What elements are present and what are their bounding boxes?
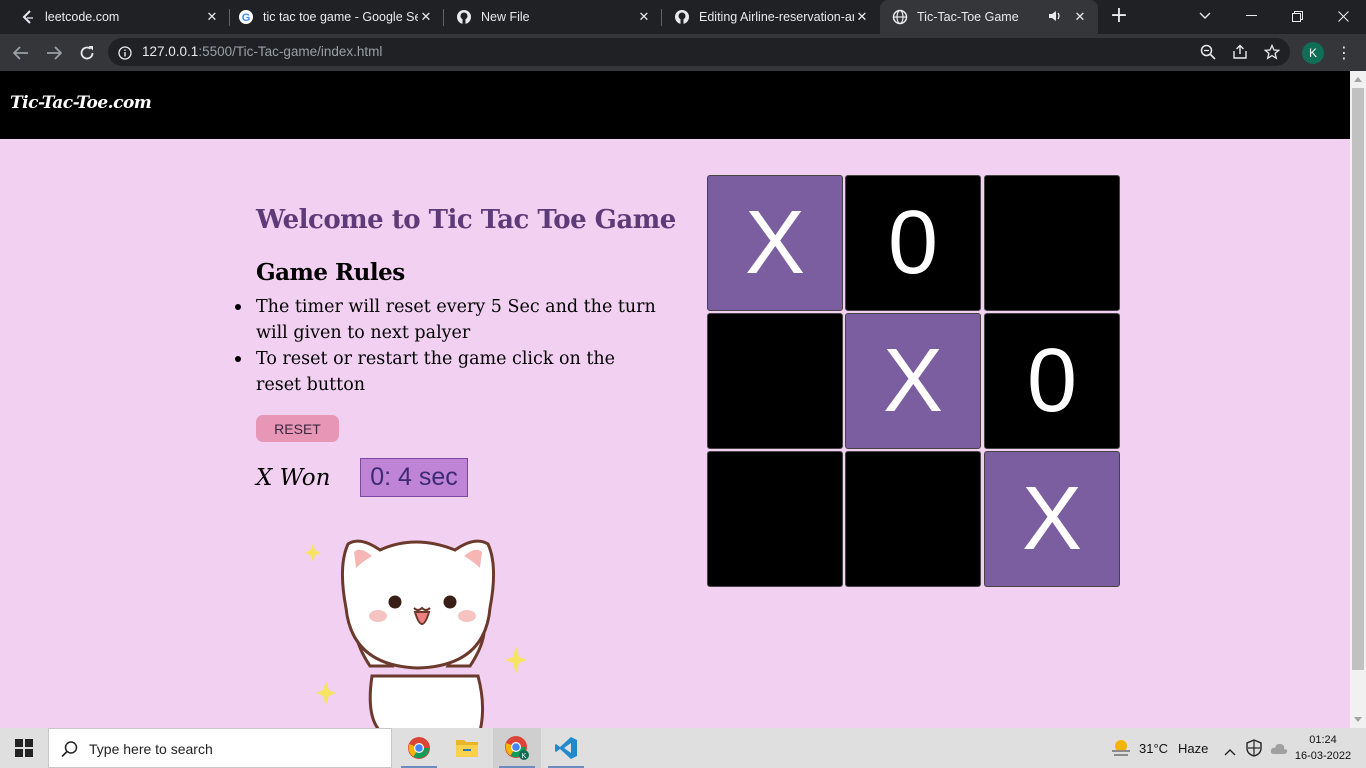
info-icon[interactable]: [118, 45, 132, 60]
browser-toolbar: 127.0.0.1:5500/Tic-Tac-game/index.html K…: [0, 34, 1366, 71]
zoom-icon[interactable]: [1200, 44, 1216, 60]
github-icon: [674, 9, 690, 25]
menu-kebab-icon[interactable]: ⋮: [1336, 42, 1352, 64]
page-viewport: Tic-Tac-Toe.com Welcome to Tic Tac Toe G…: [0, 71, 1350, 728]
profile-avatar[interactable]: K: [1302, 42, 1324, 64]
chrome-profile-icon[interactable]: K: [493, 728, 541, 768]
tab-editing-airline[interactable]: Editing Airline-reservation-ar ✕: [662, 0, 880, 34]
board-cell[interactable]: [845, 451, 981, 587]
leetcode-icon: [20, 9, 36, 25]
rule-item: To reset or restart the game click on th…: [235, 346, 661, 398]
clock-date: 16-03-2022: [1294, 750, 1352, 762]
scroll-down-icon[interactable]: [1354, 717, 1362, 722]
board-cell[interactable]: [984, 175, 1120, 311]
rules-list: The timer will reset every 5 Sec and the…: [235, 294, 661, 398]
browser-tabstrip: leetcode.com ✕ G tic tac toe game - Goog…: [0, 0, 1366, 34]
url-path: :5500/Tic-Tac-game/index.html: [198, 44, 383, 59]
scroll-thumb[interactable]: [1352, 88, 1364, 670]
windows-taskbar: Type here to search K 31°C Haze 01:24 16…: [0, 728, 1366, 768]
rule-text: To reset or restart the game click on th…: [256, 349, 616, 395]
close-icon[interactable]: ✕: [1072, 9, 1088, 25]
board-cell[interactable]: [707, 451, 843, 587]
restore-button[interactable]: [1274, 0, 1320, 32]
svg-text:K: K: [522, 753, 527, 760]
search-icon: [61, 741, 78, 758]
close-icon[interactable]: ✕: [204, 9, 220, 25]
tab-google[interactable]: G tic tac toe game - Google Se ✕: [226, 0, 444, 34]
close-window-button[interactable]: [1320, 0, 1366, 32]
close-icon[interactable]: ✕: [854, 9, 870, 25]
url-text[interactable]: 127.0.0.1:5500/Tic-Tac-game/index.html: [142, 44, 382, 59]
chrome-icon[interactable]: [395, 728, 443, 768]
rules-heading: Game Rules: [256, 259, 405, 286]
security-shield-icon[interactable]: [1246, 739, 1262, 757]
tab-title: Editing Airline-reservation-ar: [699, 10, 854, 24]
game-board: X 0 X 0 X: [707, 175, 1120, 588]
forward-button[interactable]: [43, 42, 65, 64]
system-clock[interactable]: 01:24 16-03-2022: [1294, 732, 1352, 764]
scroll-up-icon[interactable]: [1354, 77, 1362, 82]
board-cell[interactable]: [707, 313, 843, 449]
new-tab-button[interactable]: +: [1108, 5, 1130, 27]
svg-text:G: G: [242, 12, 251, 24]
page-scrollbar[interactable]: [1350, 71, 1366, 728]
board-cell[interactable]: 0: [984, 313, 1120, 449]
globe-icon: [892, 9, 908, 25]
chevron-up-icon[interactable]: [1224, 741, 1236, 756]
board-cell[interactable]: X: [845, 313, 981, 449]
reload-button[interactable]: [76, 42, 98, 64]
github-icon: [456, 9, 472, 25]
turn-timer: 0: 4 sec: [360, 458, 468, 497]
board-cell[interactable]: X: [984, 451, 1120, 587]
welcome-heading: Welcome to Tic Tac Toe Game: [256, 205, 676, 235]
tab-leetcode[interactable]: leetcode.com ✕: [8, 0, 230, 34]
address-bar[interactable]: 127.0.0.1:5500/Tic-Tac-game/index.html: [108, 38, 1290, 66]
cheering-cat-image: [304, 539, 527, 728]
board-cell[interactable]: 0: [845, 175, 981, 311]
close-icon[interactable]: ✕: [418, 9, 434, 25]
back-button[interactable]: [10, 42, 32, 64]
board-cell[interactable]: X: [707, 175, 843, 311]
tab-title: leetcode.com: [45, 10, 120, 24]
vscode-icon[interactable]: [542, 728, 590, 768]
windows-logo-icon: [15, 739, 33, 757]
clock-time: 01:24: [1309, 734, 1337, 746]
site-header: Tic-Tac-Toe.com: [0, 71, 1350, 139]
weather-temp[interactable]: 31°C: [1139, 741, 1168, 756]
rule-text: The timer will reset every 5 Sec and the…: [256, 297, 656, 343]
onedrive-cloud-icon[interactable]: [1270, 740, 1288, 756]
brand-logo[interactable]: Tic-Tac-Toe.com: [10, 93, 152, 113]
share-icon[interactable]: [1232, 44, 1248, 60]
rule-item: The timer will reset every 5 Sec and the…: [235, 294, 661, 346]
tab-new-file[interactable]: New File ✕: [444, 0, 662, 34]
tab-title: Tic-Tac-Toe Game: [917, 10, 1019, 24]
tab-tic-tac-toe[interactable]: Tic-Tac-Toe Game ✕: [880, 0, 1098, 34]
close-icon[interactable]: ✕: [636, 9, 652, 25]
search-placeholder: Type here to search: [89, 741, 213, 757]
speaker-icon[interactable]: [1048, 10, 1064, 25]
minimize-button[interactable]: [1228, 0, 1274, 32]
bookmark-star-icon[interactable]: [1263, 43, 1281, 60]
tab-title: tic tac toe game - Google Se: [263, 10, 418, 24]
file-explorer-icon[interactable]: [443, 728, 491, 768]
taskbar-search-box[interactable]: Type here to search: [48, 728, 392, 768]
reset-button[interactable]: RESET: [256, 415, 339, 442]
url-host: 127.0.0.1: [142, 44, 199, 59]
start-button[interactable]: [0, 728, 48, 768]
google-icon: G: [238, 9, 254, 25]
weather-desc[interactable]: Haze: [1178, 741, 1208, 756]
game-status: X Won: [256, 465, 331, 491]
weather-haze-icon[interactable]: [1110, 737, 1132, 759]
tab-title: New File: [481, 10, 530, 24]
tab-search-button[interactable]: [1182, 0, 1228, 32]
